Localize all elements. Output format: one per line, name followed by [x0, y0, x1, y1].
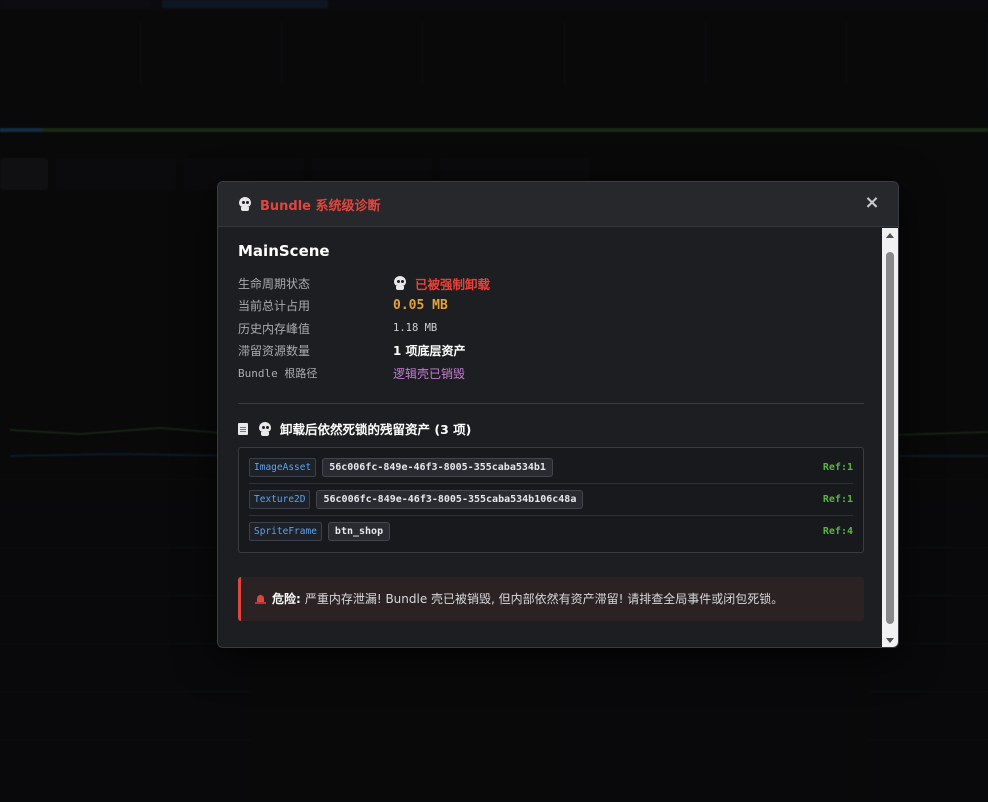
asset-type-badge: Texture2D [249, 489, 311, 509]
section-divider [238, 402, 864, 404]
bundle-name: MainScene [238, 242, 330, 260]
asset-uuid: 56c006fc-849e-46f3-8005-355caba534b106c4… [316, 489, 584, 509]
asset-ref-count: Ref:1 [822, 461, 853, 473]
table-row: Texture2D 56c006fc-849e-46f3-8005-355cab… [249, 484, 853, 516]
skull-icon [258, 421, 272, 436]
residual-value: 1 项底层资产 [393, 344, 466, 359]
peak-label: 历史内存峰值 [238, 321, 311, 336]
peak-value: 1.18 MB [393, 322, 438, 335]
scroll-down-arrow-icon[interactable] [886, 638, 894, 643]
modal-body: MainScene 生命周期状态 已被强制卸载 当前总计占用 0.05 MB 历… [218, 228, 884, 647]
table-row: ImageAsset 56c006fc-849e-46f3-8005-355ca… [249, 452, 853, 484]
alert-label: 危险: [272, 592, 301, 606]
scroll-up-arrow-icon[interactable] [886, 233, 894, 238]
asset-type-badge: SpriteFrame [249, 522, 322, 541]
close-icon[interactable]: × [864, 194, 880, 212]
info-row-root-path: Bundle 根路径 逻辑壳已销毁 [238, 362, 864, 385]
asset-ref-count: Ref:4 [822, 526, 853, 537]
asset-type-badge: ImageAsset [249, 457, 317, 477]
residual-assets-heading: 卸载后依然死锁的残留资产 (3 项) [238, 420, 864, 438]
info-row-memory: 当前总计占用 0.05 MB [238, 295, 864, 318]
modal-scrollbar[interactable] [882, 228, 898, 647]
alert-text: 严重内存泄漏! Bundle 壳已被销毁, 但内部依然有资产滞留! 请排查全局事… [304, 592, 784, 606]
residual-assets-title: 卸载后依然死锁的残留资产 (3 项) [280, 422, 472, 437]
scrollbar-thumb[interactable] [886, 252, 894, 624]
modal-title: Bundle 系统级诊断 [260, 198, 381, 214]
asset-ref-count: Ref:1 [822, 493, 853, 505]
residual-label: 滞留资源数量 [238, 344, 311, 359]
root-path-label: Bundle 根路径 [238, 367, 318, 381]
siren-icon [255, 594, 266, 604]
memory-value: 0.05 MB [393, 298, 448, 314]
info-row-peak: 历史内存峰值 1.18 MB [238, 317, 864, 340]
residual-assets-table: ImageAsset 56c006fc-849e-46f3-8005-355ca… [238, 446, 864, 553]
info-row-lifecycle: 生命周期状态 已被强制卸载 [238, 272, 864, 295]
info-row-residual: 滞留资源数量 1 项底层资产 [238, 340, 864, 363]
root-path-value: 逻辑壳已销毁 [393, 366, 466, 381]
asset-uuid: 56c006fc-849e-46f3-8005-355caba534b1 [322, 457, 553, 477]
memory-leak-alert: 危险: 严重内存泄漏! Bundle 壳已被销毁, 但内部依然有资产滞留! 请排… [238, 576, 864, 621]
bundle-diagnostic-modal: Bundle 系统级诊断 × MainScene 生命周期状态 已被强制卸载 当… [217, 181, 899, 648]
modal-header: Bundle 系统级诊断 × [218, 182, 898, 227]
document-icon [238, 422, 248, 435]
table-row: SpriteFrame btn_shop Ref:4 [249, 516, 853, 548]
lifecycle-label: 生命周期状态 [238, 276, 311, 291]
skull-icon [393, 276, 407, 291]
lifecycle-value: 已被强制卸载 [415, 276, 491, 292]
memory-label: 当前总计占用 [238, 299, 311, 314]
skull-icon [238, 197, 252, 211]
asset-uuid: btn_shop [327, 522, 391, 541]
